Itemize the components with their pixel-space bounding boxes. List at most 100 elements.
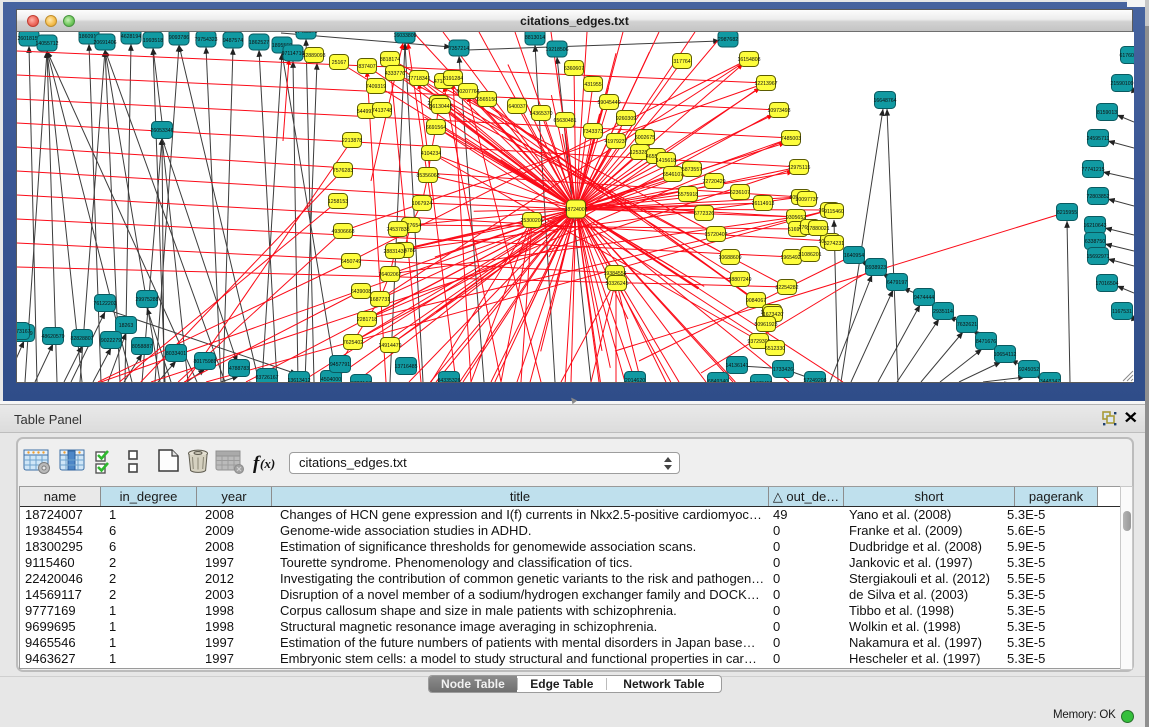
svg-text:7576283: 7576283 bbox=[333, 168, 353, 174]
svg-text:56130445: 56130445 bbox=[429, 104, 452, 110]
svg-text:8813014: 8813014 bbox=[525, 35, 545, 41]
svg-text:18724007: 18724007 bbox=[564, 207, 587, 213]
svg-text:4333776: 4333776 bbox=[385, 71, 405, 77]
svg-text:6479197: 6479197 bbox=[887, 280, 907, 286]
svg-text:15720407: 15720407 bbox=[704, 232, 727, 238]
svg-text:8159013: 8159013 bbox=[1097, 110, 1117, 116]
svg-text:9084067: 9084067 bbox=[746, 298, 766, 304]
svg-text:7413748: 7413748 bbox=[372, 108, 392, 114]
svg-text:8737167: 8737167 bbox=[351, 381, 371, 382]
svg-text:59045440: 59045440 bbox=[597, 100, 620, 106]
svg-text:8938923: 8938923 bbox=[866, 265, 886, 271]
svg-text:1067924: 1067924 bbox=[412, 201, 432, 207]
svg-text:84335326: 84335326 bbox=[437, 378, 460, 382]
svg-text:83726167: 83726167 bbox=[255, 375, 278, 381]
svg-text:9260309: 9260309 bbox=[616, 116, 636, 122]
svg-text:76122202: 76122202 bbox=[93, 301, 116, 307]
svg-text:6546107: 6546107 bbox=[663, 172, 683, 178]
svg-text:24595711: 24595711 bbox=[1087, 136, 1110, 142]
svg-text:19218506: 19218506 bbox=[545, 47, 568, 53]
svg-text:9093786: 9093786 bbox=[169, 35, 189, 41]
svg-text:8215955: 8215955 bbox=[1057, 210, 1077, 216]
svg-text:6691564: 6691564 bbox=[426, 125, 446, 131]
svg-text:48620579: 48620579 bbox=[41, 334, 64, 340]
svg-text:81086201: 81086201 bbox=[798, 252, 821, 258]
svg-text:7409319: 7409319 bbox=[366, 84, 386, 90]
svg-text:4788783: 4788783 bbox=[229, 366, 249, 372]
svg-text:9245052: 9245052 bbox=[1019, 367, 1039, 373]
svg-text:20097737: 20097737 bbox=[795, 197, 818, 203]
svg-text:14914479: 14914479 bbox=[378, 343, 401, 349]
svg-text:3448347: 3448347 bbox=[1040, 379, 1060, 382]
svg-text:14136141: 14136141 bbox=[725, 363, 748, 369]
svg-text:317764: 317764 bbox=[673, 59, 690, 65]
svg-text:7632621: 7632621 bbox=[957, 322, 977, 328]
svg-text:4628194: 4628194 bbox=[121, 34, 141, 40]
svg-text:80175989: 80175989 bbox=[193, 359, 216, 365]
svg-text:79754323: 79754323 bbox=[194, 37, 217, 43]
svg-text:10973493: 10973493 bbox=[767, 108, 790, 114]
svg-text:7357214: 7357214 bbox=[449, 46, 469, 52]
svg-text:2987682: 2987682 bbox=[718, 37, 738, 43]
svg-text:18807249: 18807249 bbox=[728, 277, 751, 283]
svg-text:1862527: 1862527 bbox=[249, 40, 269, 46]
svg-text:16648764: 16648764 bbox=[873, 98, 896, 104]
svg-text:50326245: 50326245 bbox=[605, 281, 628, 287]
svg-text:13716485: 13716485 bbox=[394, 364, 417, 370]
svg-text:9474444: 9474444 bbox=[914, 295, 934, 301]
svg-text:1640954: 1640954 bbox=[844, 253, 864, 259]
svg-text:72720429: 72720429 bbox=[702, 179, 725, 185]
svg-text:1167531: 1167531 bbox=[1112, 309, 1132, 315]
svg-text:7343373: 7343373 bbox=[583, 129, 603, 135]
svg-text:4504000: 4504000 bbox=[321, 377, 341, 382]
svg-text:5873557: 5873557 bbox=[682, 167, 702, 173]
svg-text:20691406: 20691406 bbox=[93, 40, 116, 46]
svg-text:41979237: 41979237 bbox=[604, 139, 627, 145]
svg-text:2281718: 2281718 bbox=[357, 317, 377, 323]
svg-text:8033401: 8033401 bbox=[166, 351, 186, 357]
svg-text:12213967: 12213967 bbox=[754, 81, 777, 87]
svg-text:7625402: 7625402 bbox=[343, 340, 363, 346]
svg-text:1415618: 1415618 bbox=[656, 158, 676, 164]
svg-text:14365370: 14365370 bbox=[529, 111, 552, 117]
svg-text:49306668: 49306668 bbox=[331, 229, 354, 235]
svg-text:16210643: 16210643 bbox=[1083, 223, 1106, 229]
svg-text:9115460: 9115460 bbox=[824, 209, 844, 215]
svg-text:3191284: 3191284 bbox=[443, 76, 463, 82]
svg-text:431955: 431955 bbox=[584, 82, 601, 88]
svg-text:97465075: 97465075 bbox=[294, 32, 317, 35]
svg-text:1993518: 1993518 bbox=[143, 38, 163, 44]
svg-text:1733426: 1733426 bbox=[773, 367, 793, 373]
svg-text:85356068: 85356068 bbox=[416, 173, 439, 179]
svg-text:25300205: 25300205 bbox=[520, 218, 543, 224]
svg-text:(x): (x) bbox=[260, 456, 275, 471]
svg-text:26114913: 26114913 bbox=[752, 201, 775, 207]
svg-text:2213878: 2213878 bbox=[342, 138, 362, 144]
svg-text:13613412: 13613412 bbox=[287, 378, 310, 382]
svg-text:26053346: 26053346 bbox=[150, 128, 173, 134]
svg-text:837407: 837407 bbox=[358, 64, 375, 70]
svg-text:57249208: 57249208 bbox=[803, 378, 826, 382]
svg-text:16154808: 16154808 bbox=[737, 57, 760, 63]
svg-text:6849340: 6849340 bbox=[708, 379, 728, 382]
svg-text:8818174: 8818174 bbox=[380, 57, 400, 63]
svg-text:4104234: 4104234 bbox=[421, 151, 441, 157]
svg-text:77718341: 77718341 bbox=[407, 76, 430, 82]
svg-text:72803852: 72803852 bbox=[1086, 194, 1109, 200]
svg-text:82828807: 82828807 bbox=[70, 336, 93, 342]
svg-text:16033809: 16033809 bbox=[393, 33, 416, 39]
svg-text:17880021: 17880021 bbox=[806, 226, 829, 232]
svg-text:61760313: 61760313 bbox=[1119, 53, 1134, 59]
svg-text:8058887: 8058887 bbox=[132, 344, 152, 350]
svg-text:21590109: 21590109 bbox=[1110, 81, 1133, 87]
svg-text:7485003: 7485003 bbox=[781, 136, 801, 142]
svg-text:15692971: 15692971 bbox=[1086, 254, 1109, 260]
svg-text:2014620: 2014620 bbox=[625, 378, 645, 382]
svg-text:1687731: 1687731 bbox=[370, 297, 390, 303]
svg-text:82254282: 82254282 bbox=[775, 285, 798, 291]
svg-text:82889093: 82889093 bbox=[302, 53, 325, 59]
svg-text:6565150: 6565150 bbox=[477, 97, 497, 103]
svg-text:6772326: 6772326 bbox=[694, 211, 714, 217]
svg-text:14055712: 14055712 bbox=[35, 41, 58, 47]
svg-text:12975115: 12975115 bbox=[788, 165, 811, 171]
